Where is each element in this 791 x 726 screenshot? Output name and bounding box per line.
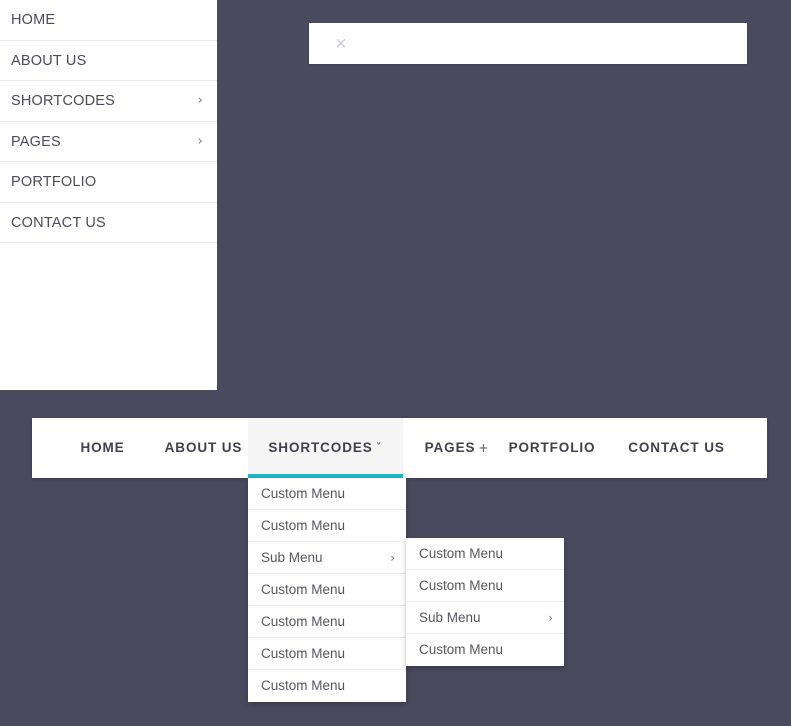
sidebar-item-label: PORTFOLIO [11, 174, 97, 190]
topnav-item-label: CONTACT US [628, 440, 725, 455]
dropdown-item[interactable]: Custom Menu [248, 670, 406, 702]
dropdown-menu-level-1: Custom Menu Custom Menu Sub Menu › Custo… [248, 478, 406, 702]
topnav-item-label: SHORTCODES [268, 440, 373, 455]
dropdown-item-label: Custom Menu [261, 486, 346, 501]
horizontal-menubar: HOME ABOUT US SHORTCODES ˇ PAGES + PORTFOL… [32, 418, 767, 478]
dropdown-item[interactable]: Custom Menu [248, 574, 406, 606]
dropdown-item-label: Custom Menu [419, 546, 504, 561]
close-icon[interactable]: × [332, 34, 350, 52]
chevron-right-icon[interactable]: › [548, 602, 553, 634]
topnav-item-label: ABOUT US [164, 440, 243, 455]
sidebar-item-home[interactable]: HOME [0, 0, 217, 41]
dropdown-item-label: Custom Menu [261, 646, 346, 661]
sidebar-item-label: PAGES [11, 133, 61, 150]
sidebar-item-about-us[interactable]: ABOUT US [0, 41, 217, 81]
topnav-item-about-us[interactable]: ABOUT US [150, 418, 260, 478]
sidebar-item-label: CONTACT US [11, 214, 106, 231]
dropdown-item[interactable]: Custom Menu [248, 510, 406, 542]
dropdown-menu-level-2: Custom Menu Custom Menu Sub Menu › Custo… [406, 538, 564, 666]
chevron-right-icon[interactable]: › [198, 122, 203, 163]
dropdown-item-label: Custom Menu [261, 678, 346, 693]
vertical-sidebar: HOME ABOUT US SHORTCODES › PAGES › PORTF… [0, 0, 217, 390]
dropdown-item-label: Sub Menu [419, 610, 481, 625]
topnav-item-home[interactable]: HOME [64, 418, 144, 478]
topnav-item-label: PAGES [424, 440, 476, 455]
sidebar-item-shortcodes[interactable]: SHORTCODES › [0, 81, 217, 122]
dropdown-item[interactable]: Custom Menu [406, 634, 564, 666]
topnav-item-contact-us[interactable]: CONTACT US [615, 418, 741, 478]
topnav-item-portfolio[interactable]: PORTFOLIO [497, 418, 610, 478]
dropdown-item[interactable]: Custom Menu [406, 570, 564, 602]
search-bar[interactable]: × [309, 23, 747, 64]
dropdown-item-label: Custom Menu [419, 578, 504, 593]
dropdown-item-sub-menu[interactable]: Sub Menu › [248, 542, 406, 574]
dropdown-item-sub-menu[interactable]: Sub Menu › [406, 602, 564, 634]
dropdown-item[interactable]: Custom Menu [406, 538, 564, 570]
dropdown-item-label: Custom Menu [261, 614, 346, 629]
dropdown-item[interactable]: Custom Menu [248, 638, 406, 670]
dropdown-item-label: Custom Menu [261, 518, 346, 533]
sidebar-item-pages[interactable]: PAGES › [0, 122, 217, 163]
sidebar-item-contact-us[interactable]: CONTACT US [0, 203, 217, 243]
chevron-down-icon: ˇ [375, 441, 383, 455]
topnav-item-pages[interactable]: PAGES + [403, 418, 511, 478]
chevron-right-icon[interactable]: › [198, 81, 203, 122]
dropdown-item-label: Custom Menu [419, 642, 504, 657]
dropdown-item[interactable]: Custom Menu [248, 606, 406, 638]
sidebar-item-label: ABOUT US [11, 52, 87, 69]
dropdown-item-label: Custom Menu [261, 582, 346, 597]
dropdown-item-label: Sub Menu [261, 550, 323, 565]
sidebar-item-label: HOME [11, 12, 56, 28]
sidebar-item-label: SHORTCODES [11, 93, 116, 109]
topnav-item-shortcodes[interactable]: SHORTCODES ˇ [248, 418, 403, 478]
topnav-item-label: PORTFOLIO [508, 440, 596, 455]
plus-icon: + [478, 441, 490, 455]
chevron-right-icon[interactable]: › [390, 542, 395, 574]
dropdown-item[interactable]: Custom Menu [248, 478, 406, 510]
topnav-item-label: HOME [80, 440, 125, 455]
sidebar-item-portfolio[interactable]: PORTFOLIO [0, 162, 217, 203]
